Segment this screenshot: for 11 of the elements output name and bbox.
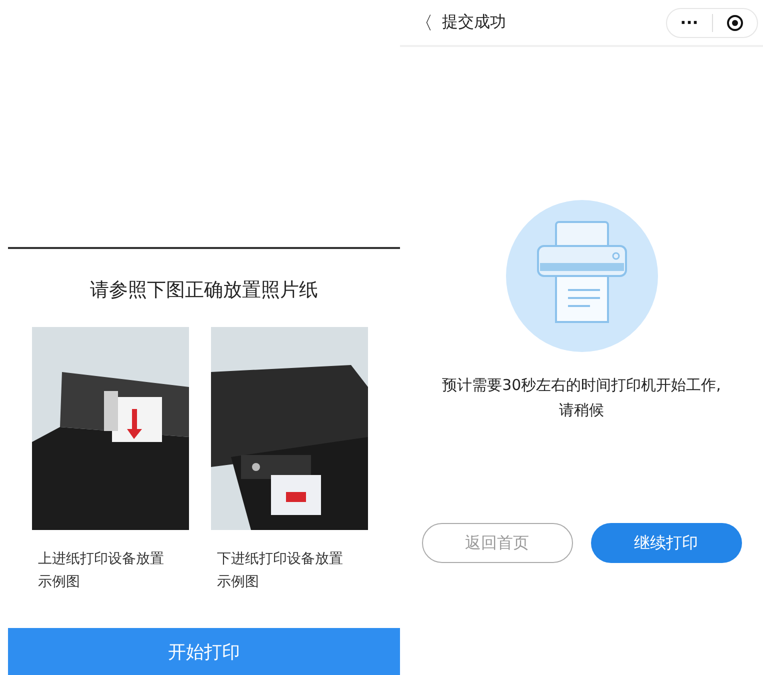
page-title: 提交成功 bbox=[442, 12, 507, 33]
target-icon bbox=[726, 14, 744, 32]
back-button[interactable]: 〈 bbox=[414, 10, 434, 34]
status-message: 预计需要30秒左右的时间打印机开始工作,请稍候 bbox=[441, 375, 722, 421]
more-button[interactable]: ··· bbox=[667, 13, 712, 32]
example-caption: 下进纸打印设备放置示例图 bbox=[216, 550, 344, 592]
instruction-heading: 请参照下图正确放置照片纸 bbox=[90, 278, 318, 303]
home-button[interactable]: 返回首页 bbox=[422, 523, 572, 563]
continue-print-button[interactable]: 继续打印 bbox=[590, 523, 742, 563]
start-print-button[interactable]: 开始打印 bbox=[8, 628, 400, 675]
example-caption: 上进纸打印设备放置示例图 bbox=[37, 550, 165, 592]
